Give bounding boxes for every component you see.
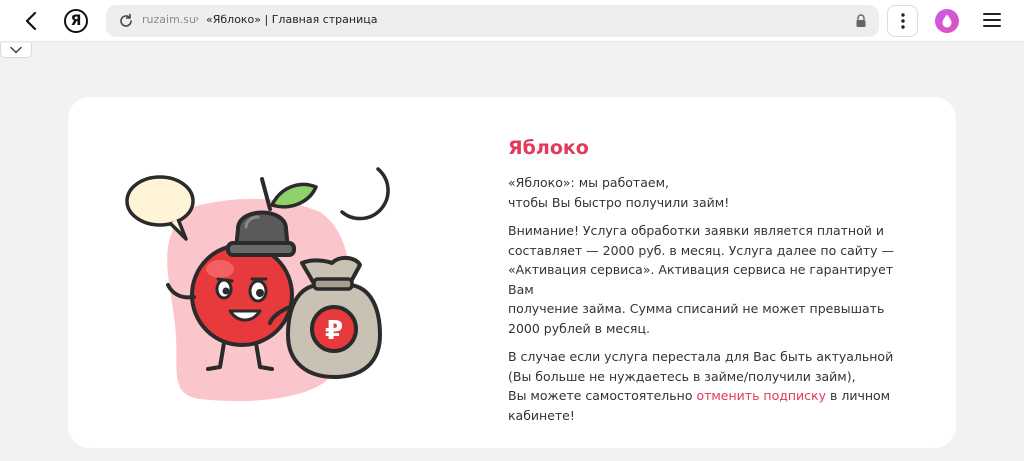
warning-line: 2000 рублей в месяц. (508, 320, 650, 336)
address-separator: › (195, 12, 200, 25)
leaf-icon (270, 182, 318, 209)
cancel-line: кабинете! (508, 407, 575, 423)
warning-line: составляет — 2000 руб. в месяц. Услуга д… (508, 242, 895, 258)
back-arrow-icon (25, 11, 37, 31)
apple-mascot-illustration: ₽ (125, 167, 390, 402)
apple-body (190, 243, 294, 347)
cancel-text-after: в личном (826, 388, 891, 403)
warning-line: «Активация сервиса». Активация сервиса н… (508, 262, 894, 297)
chevron-down-icon (10, 46, 22, 54)
collapse-toggle[interactable] (0, 43, 32, 58)
speech-bubble-icon (125, 175, 195, 241)
cancel-line-with-link: Вы можете самостоятельно отменить подпис… (508, 386, 908, 406)
card-text: Яблоко «Яблоко»: мы работаем, чтобы Вы б… (508, 137, 908, 434)
browser-toolbar: Я ruzaim.su › «Яблоко» | Главная страниц… (0, 0, 1024, 42)
warning-paragraph: Внимание! Услуга обработки заявки являет… (508, 221, 908, 338)
warning-line: получение займа. Сумма списаний не может… (508, 301, 885, 316)
yandex-logo-letter: Я (70, 13, 82, 29)
cancel-text-before: Вы можете самостоятельно (508, 388, 697, 403)
cancel-line: (Вы больше не нуждаетесь в займе/получил… (508, 368, 856, 384)
hamburger-icon[interactable] (983, 12, 1001, 28)
alice-icon[interactable] (935, 9, 959, 33)
intro-line: «Яблоко»: мы работаем, (508, 175, 669, 190)
intro-paragraph: «Яблоко»: мы работаем, чтобы Вы быстро п… (508, 173, 908, 212)
cancel-line: В случае если услуга перестала для Вас б… (508, 349, 894, 364)
ruble-symbol: ₽ (325, 316, 343, 346)
address-bar[interactable]: ruzaim.su › «Яблоко» | Главная страница (106, 5, 879, 37)
browser-menu-button[interactable] (887, 5, 918, 37)
address-domain: ruzaim.su (142, 13, 196, 26)
back-button[interactable] (18, 8, 44, 34)
address-page-title: «Яблоко» | Главная страница (206, 13, 378, 26)
unsubscribe-link[interactable]: отменить подписку (696, 388, 826, 403)
warning-line: Внимание! Услуга обработки заявки являет… (508, 223, 884, 238)
lock-icon[interactable] (855, 14, 867, 28)
info-card: ₽ Яблоко «Яблоко»: мы работаем, чтобы Вы… (68, 97, 956, 448)
reload-icon[interactable] (118, 13, 134, 29)
cancel-paragraph: В случае если услуга перестала для Вас б… (508, 347, 908, 425)
yandex-logo[interactable]: Я (64, 9, 88, 33)
intro-line: чтобы Вы быстро получили займ! (508, 194, 730, 210)
moon-icon (340, 167, 390, 221)
vertical-dots-icon (900, 13, 905, 29)
card-title: Яблоко (508, 137, 589, 159)
